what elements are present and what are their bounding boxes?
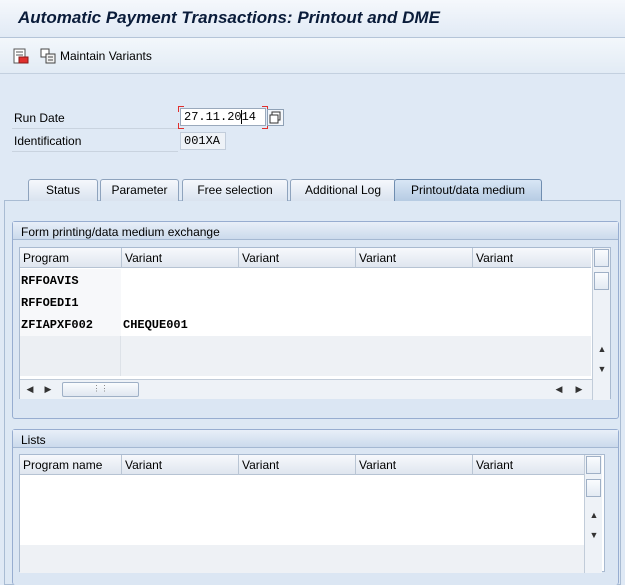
lists-vertical-scrollbar[interactable]: ▲ ▼ (584, 455, 602, 573)
run-date-label: Run Date (12, 107, 178, 129)
tab-status[interactable]: Status (28, 179, 98, 201)
scroll-right-icon[interactable]: ▶ (41, 384, 55, 395)
form-printing-vertical-scrollbar[interactable]: ▲ ▼ (592, 248, 610, 400)
application-toolbar: Maintain Variants (0, 38, 625, 74)
lists-table-header: Program name Variant Variant Variant Var… (20, 455, 584, 475)
lists-empty-area (20, 545, 584, 573)
horizontal-scroll-thumb[interactable]: ⋮⋮ (62, 382, 139, 397)
form-printing-group: Form printing/data medium exchange Progr… (12, 221, 619, 419)
column-header-program-name[interactable]: Program name (20, 455, 122, 475)
select-all-button[interactable] (586, 456, 601, 474)
value-help-button[interactable] (267, 109, 284, 126)
program-cell[interactable]: RFFOAVIS (21, 270, 79, 292)
scroll-up-icon[interactable]: ▲ (587, 510, 601, 520)
scroll-left-icon[interactable]: ◀ (552, 384, 566, 395)
identification-label: Identification (12, 130, 178, 152)
select-all-button[interactable] (594, 249, 609, 267)
lists-group-title: Lists (13, 430, 618, 448)
save-variant-icon[interactable] (13, 48, 29, 64)
form-printing-table: Program Variant Variant Variant Variant … (19, 247, 611, 400)
column-header-variant-4[interactable]: Variant (473, 248, 591, 268)
table-row[interactable]: RFFOEDI1 (20, 292, 591, 314)
value-help-icon (269, 111, 281, 124)
program-cell[interactable]: ZFIAPXF002 (21, 314, 93, 336)
text-cursor (241, 110, 242, 124)
scroll-left-icon[interactable]: ◀ (23, 384, 37, 395)
window-title: Automatic Payment Transactions: Printout… (18, 8, 440, 27)
maintain-variants-button[interactable]: Maintain Variants (60, 49, 152, 63)
column-header-variant-2[interactable]: Variant (239, 455, 356, 475)
column-header-variant-3[interactable]: Variant (356, 455, 473, 475)
focus-corner-top-left (178, 106, 184, 112)
identification-field[interactable]: 001XA (180, 132, 226, 150)
program-column-empty-cell (20, 336, 121, 376)
scroll-up-icon[interactable]: ▲ (595, 344, 609, 354)
program-cell[interactable]: RFFOEDI1 (21, 292, 79, 314)
variant-cell[interactable]: CHEQUE001 (123, 314, 188, 336)
column-header-program[interactable]: Program (20, 248, 122, 268)
tab-additional-log[interactable]: Additional Log (290, 179, 396, 201)
tab-parameter[interactable]: Parameter (100, 179, 179, 201)
scroll-right-icon[interactable]: ▶ (572, 384, 586, 395)
title-bar: Automatic Payment Transactions: Printout… (0, 0, 625, 38)
maintain-variants-icon[interactable] (40, 48, 56, 64)
scroll-down-icon[interactable]: ▼ (595, 364, 609, 374)
scroll-down-icon[interactable]: ▼ (587, 530, 601, 540)
column-header-variant-1[interactable]: Variant (122, 455, 239, 475)
column-header-variant-3[interactable]: Variant (356, 248, 473, 268)
form-printing-horizontal-scrollbar[interactable]: ◀ ▶ ⋮⋮ ◀ ▶ (20, 379, 592, 399)
tab-printout-data-medium[interactable]: Printout/data medium (394, 179, 542, 201)
tab-free-selection[interactable]: Free selection (182, 179, 288, 201)
lists-table: Program name Variant Variant Variant Var… (19, 454, 605, 573)
run-date-field[interactable]: 27.11.2014 (180, 108, 266, 126)
table-row[interactable]: RFFOAVIS (20, 270, 591, 292)
vertical-scroll-thumb[interactable] (594, 272, 609, 290)
form-printing-table-header: Program Variant Variant Variant Variant (20, 248, 591, 268)
column-header-variant-1[interactable]: Variant (122, 248, 239, 268)
column-header-variant-2[interactable]: Variant (239, 248, 356, 268)
form-printing-group-title: Form printing/data medium exchange (13, 222, 618, 240)
column-header-variant-4[interactable]: Variant (473, 455, 584, 475)
vertical-scroll-thumb[interactable] (586, 479, 601, 497)
focus-corner-bottom-left (178, 123, 184, 129)
lists-group: Lists Program name Variant Variant Varia… (12, 429, 619, 585)
table-row[interactable]: ZFIAPXF002 CHEQUE001 (20, 314, 591, 336)
